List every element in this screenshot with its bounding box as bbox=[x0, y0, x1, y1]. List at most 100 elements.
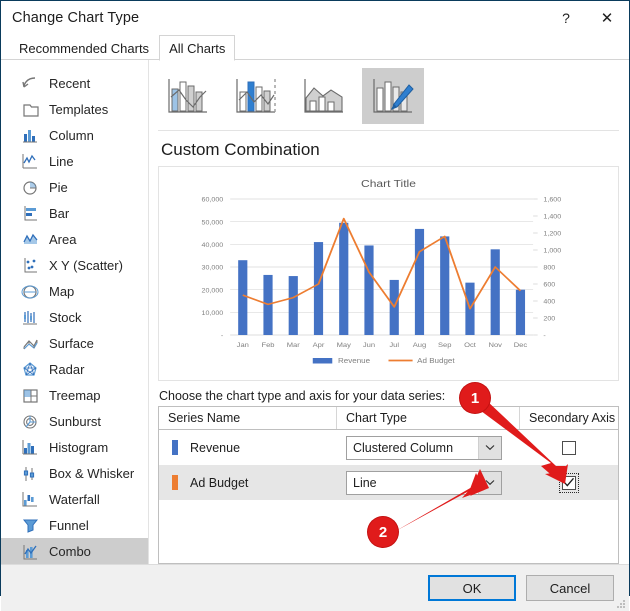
sidebar-item-combo[interactable]: Combo bbox=[1, 538, 148, 564]
sidebar-item-label: Column bbox=[49, 127, 94, 143]
cancel-button[interactable]: Cancel bbox=[526, 575, 614, 601]
series-row[interactable]: Ad Budget Line bbox=[159, 465, 618, 500]
sidebar-item-label: Map bbox=[49, 283, 75, 299]
waterfall-icon bbox=[19, 490, 40, 509]
change-chart-type-dialog: Change Chart Type ? ✕ Recommended Charts… bbox=[0, 0, 630, 611]
sidebar-item-area[interactable]: Area bbox=[1, 226, 148, 252]
svg-text:Oct: Oct bbox=[464, 341, 476, 348]
chart-type-cell: Line bbox=[337, 465, 520, 500]
sidebar-item-map[interactable]: Map bbox=[1, 278, 148, 304]
series-name-label: Ad Budget bbox=[190, 475, 249, 490]
sidebar-item-box-whisker[interactable]: Box & Whisker bbox=[1, 460, 148, 486]
help-button[interactable]: ? bbox=[547, 1, 585, 34]
sidebar-item-histogram[interactable]: Histogram bbox=[1, 434, 148, 460]
combo-icon bbox=[19, 542, 40, 561]
sidebar-item-label: Pie bbox=[49, 179, 68, 195]
sidebar-item-label: Bar bbox=[49, 205, 70, 221]
sidebar-item-label: Treemap bbox=[49, 387, 101, 403]
sidebar-item-sunburst[interactable]: Sunburst bbox=[1, 408, 148, 434]
treemap-icon bbox=[19, 386, 40, 405]
sidebar-item-label: Surface bbox=[49, 335, 94, 351]
line-icon bbox=[19, 152, 40, 171]
series-grid-rows: Revenue Clustered Column Ad Budget Line bbox=[159, 430, 618, 500]
svg-text:Jan: Jan bbox=[237, 341, 249, 348]
resize-grip[interactable] bbox=[616, 599, 626, 609]
svg-text:Nov: Nov bbox=[488, 341, 502, 348]
secondary-axis-checkbox[interactable] bbox=[562, 440, 576, 455]
sidebar-item-treemap[interactable]: Treemap bbox=[1, 382, 148, 408]
sidebar-item-templates[interactable]: Templates bbox=[1, 96, 148, 122]
svg-text:1,000: 1,000 bbox=[543, 248, 561, 255]
dialog-footer: OK Cancel bbox=[1, 564, 629, 611]
chart-preview-panel: Custom Combination Chart Title - 10,000 20,… bbox=[149, 60, 629, 564]
sidebar-item-radar[interactable]: Radar bbox=[1, 356, 148, 382]
radar-icon bbox=[19, 360, 40, 379]
secondary-axis-checkbox[interactable] bbox=[559, 472, 579, 493]
sidebar-item-label: Stock bbox=[49, 309, 82, 325]
sidebar-item-surface[interactable]: Surface bbox=[1, 330, 148, 356]
column-header-chart-type: Chart Type bbox=[337, 407, 520, 429]
chevron-down-icon[interactable] bbox=[478, 436, 501, 459]
svg-text:Apr: Apr bbox=[313, 341, 325, 348]
sidebar-item-label: Funnel bbox=[49, 517, 89, 533]
chart-type-value: Line bbox=[353, 475, 377, 490]
sidebar-item-waterfall[interactable]: Waterfall bbox=[1, 486, 148, 512]
close-button[interactable]: ✕ bbox=[585, 1, 629, 34]
recent-icon bbox=[19, 74, 40, 93]
thumbnail-custom-combination[interactable] bbox=[362, 68, 424, 124]
tab-recommended-charts[interactable]: Recommended Charts bbox=[9, 35, 159, 60]
column-icon bbox=[19, 126, 40, 145]
tab-all-charts[interactable]: All Charts bbox=[159, 35, 236, 61]
svg-text:800: 800 bbox=[543, 265, 555, 272]
series-name-cell: Ad Budget bbox=[159, 465, 337, 500]
sidebar-item-funnel[interactable]: Funnel bbox=[1, 512, 148, 538]
combo-chart: Chart Title - 10,000 20,000 30,000 40,000 50,0… bbox=[202, 179, 562, 365]
chart-type-dropdown[interactable]: Line bbox=[346, 470, 502, 495]
thumbnail-clustered-column-line-on-secondary-axis[interactable] bbox=[226, 68, 288, 124]
chart-type-dropdown[interactable]: Clustered Column bbox=[346, 435, 502, 460]
series-name-label: Revenue bbox=[190, 440, 241, 455]
svg-text:1,600: 1,600 bbox=[543, 197, 561, 204]
secondary-axis-cell bbox=[520, 465, 618, 500]
tab-strip: Recommended Charts All Charts bbox=[1, 34, 629, 61]
sidebar-item-label: Waterfall bbox=[49, 491, 100, 507]
series-grid-header: Series Name Chart Type Secondary Axis bbox=[159, 407, 618, 430]
sidebar-item-stock[interactable]: Stock bbox=[1, 304, 148, 330]
svg-text:Aug: Aug bbox=[413, 341, 427, 348]
chart-type-cell: Clustered Column bbox=[337, 430, 520, 465]
pie-icon bbox=[19, 178, 40, 197]
title-bar-buttons: ? ✕ bbox=[547, 1, 629, 34]
sidebar-item-recent[interactable]: Recent bbox=[1, 70, 148, 96]
sidebar-item-x-y-scatter[interactable]: X Y (Scatter) bbox=[1, 252, 148, 278]
box-whisker-icon bbox=[19, 464, 40, 483]
sidebar-item-label: Box & Whisker bbox=[49, 465, 135, 481]
sidebar-item-line[interactable]: Line bbox=[1, 148, 148, 174]
sidebar-item-bar[interactable]: Bar bbox=[1, 200, 148, 226]
series-color-swatch bbox=[172, 475, 178, 490]
sidebar-item-label: Area bbox=[49, 231, 77, 247]
series-row[interactable]: Revenue Clustered Column bbox=[159, 430, 618, 465]
funnel-icon bbox=[19, 516, 40, 535]
secondary-axis-cell bbox=[520, 430, 618, 465]
thumbnail-stacked-area-clustered-column[interactable] bbox=[294, 68, 356, 124]
column-header-secondary-axis: Secondary Axis bbox=[529, 411, 616, 425]
combo-variant-thumbnails bbox=[158, 68, 619, 131]
svg-text:Jun: Jun bbox=[363, 341, 375, 348]
sidebar-item-label: Combo bbox=[49, 543, 91, 559]
bar-icon bbox=[19, 204, 40, 223]
chevron-down-icon[interactable] bbox=[478, 471, 501, 494]
surface-icon bbox=[19, 334, 40, 353]
histogram-icon bbox=[19, 438, 40, 457]
svg-text:Chart Title: Chart Title bbox=[361, 179, 416, 190]
stock-icon bbox=[19, 308, 40, 327]
sidebar-item-pie[interactable]: Pie bbox=[1, 174, 148, 200]
sidebar-item-column[interactable]: Column bbox=[1, 122, 148, 148]
svg-text:20,000: 20,000 bbox=[202, 288, 224, 295]
thumbnail-clustered-column-line[interactable] bbox=[158, 68, 220, 124]
svg-text:Sep: Sep bbox=[438, 341, 452, 348]
column-header-series-name: Series Name bbox=[159, 407, 337, 429]
series-name-cell: Revenue bbox=[159, 430, 337, 465]
svg-text:Mar: Mar bbox=[287, 341, 301, 348]
svg-text:Revenue: Revenue bbox=[338, 356, 370, 364]
ok-button[interactable]: OK bbox=[428, 575, 516, 601]
